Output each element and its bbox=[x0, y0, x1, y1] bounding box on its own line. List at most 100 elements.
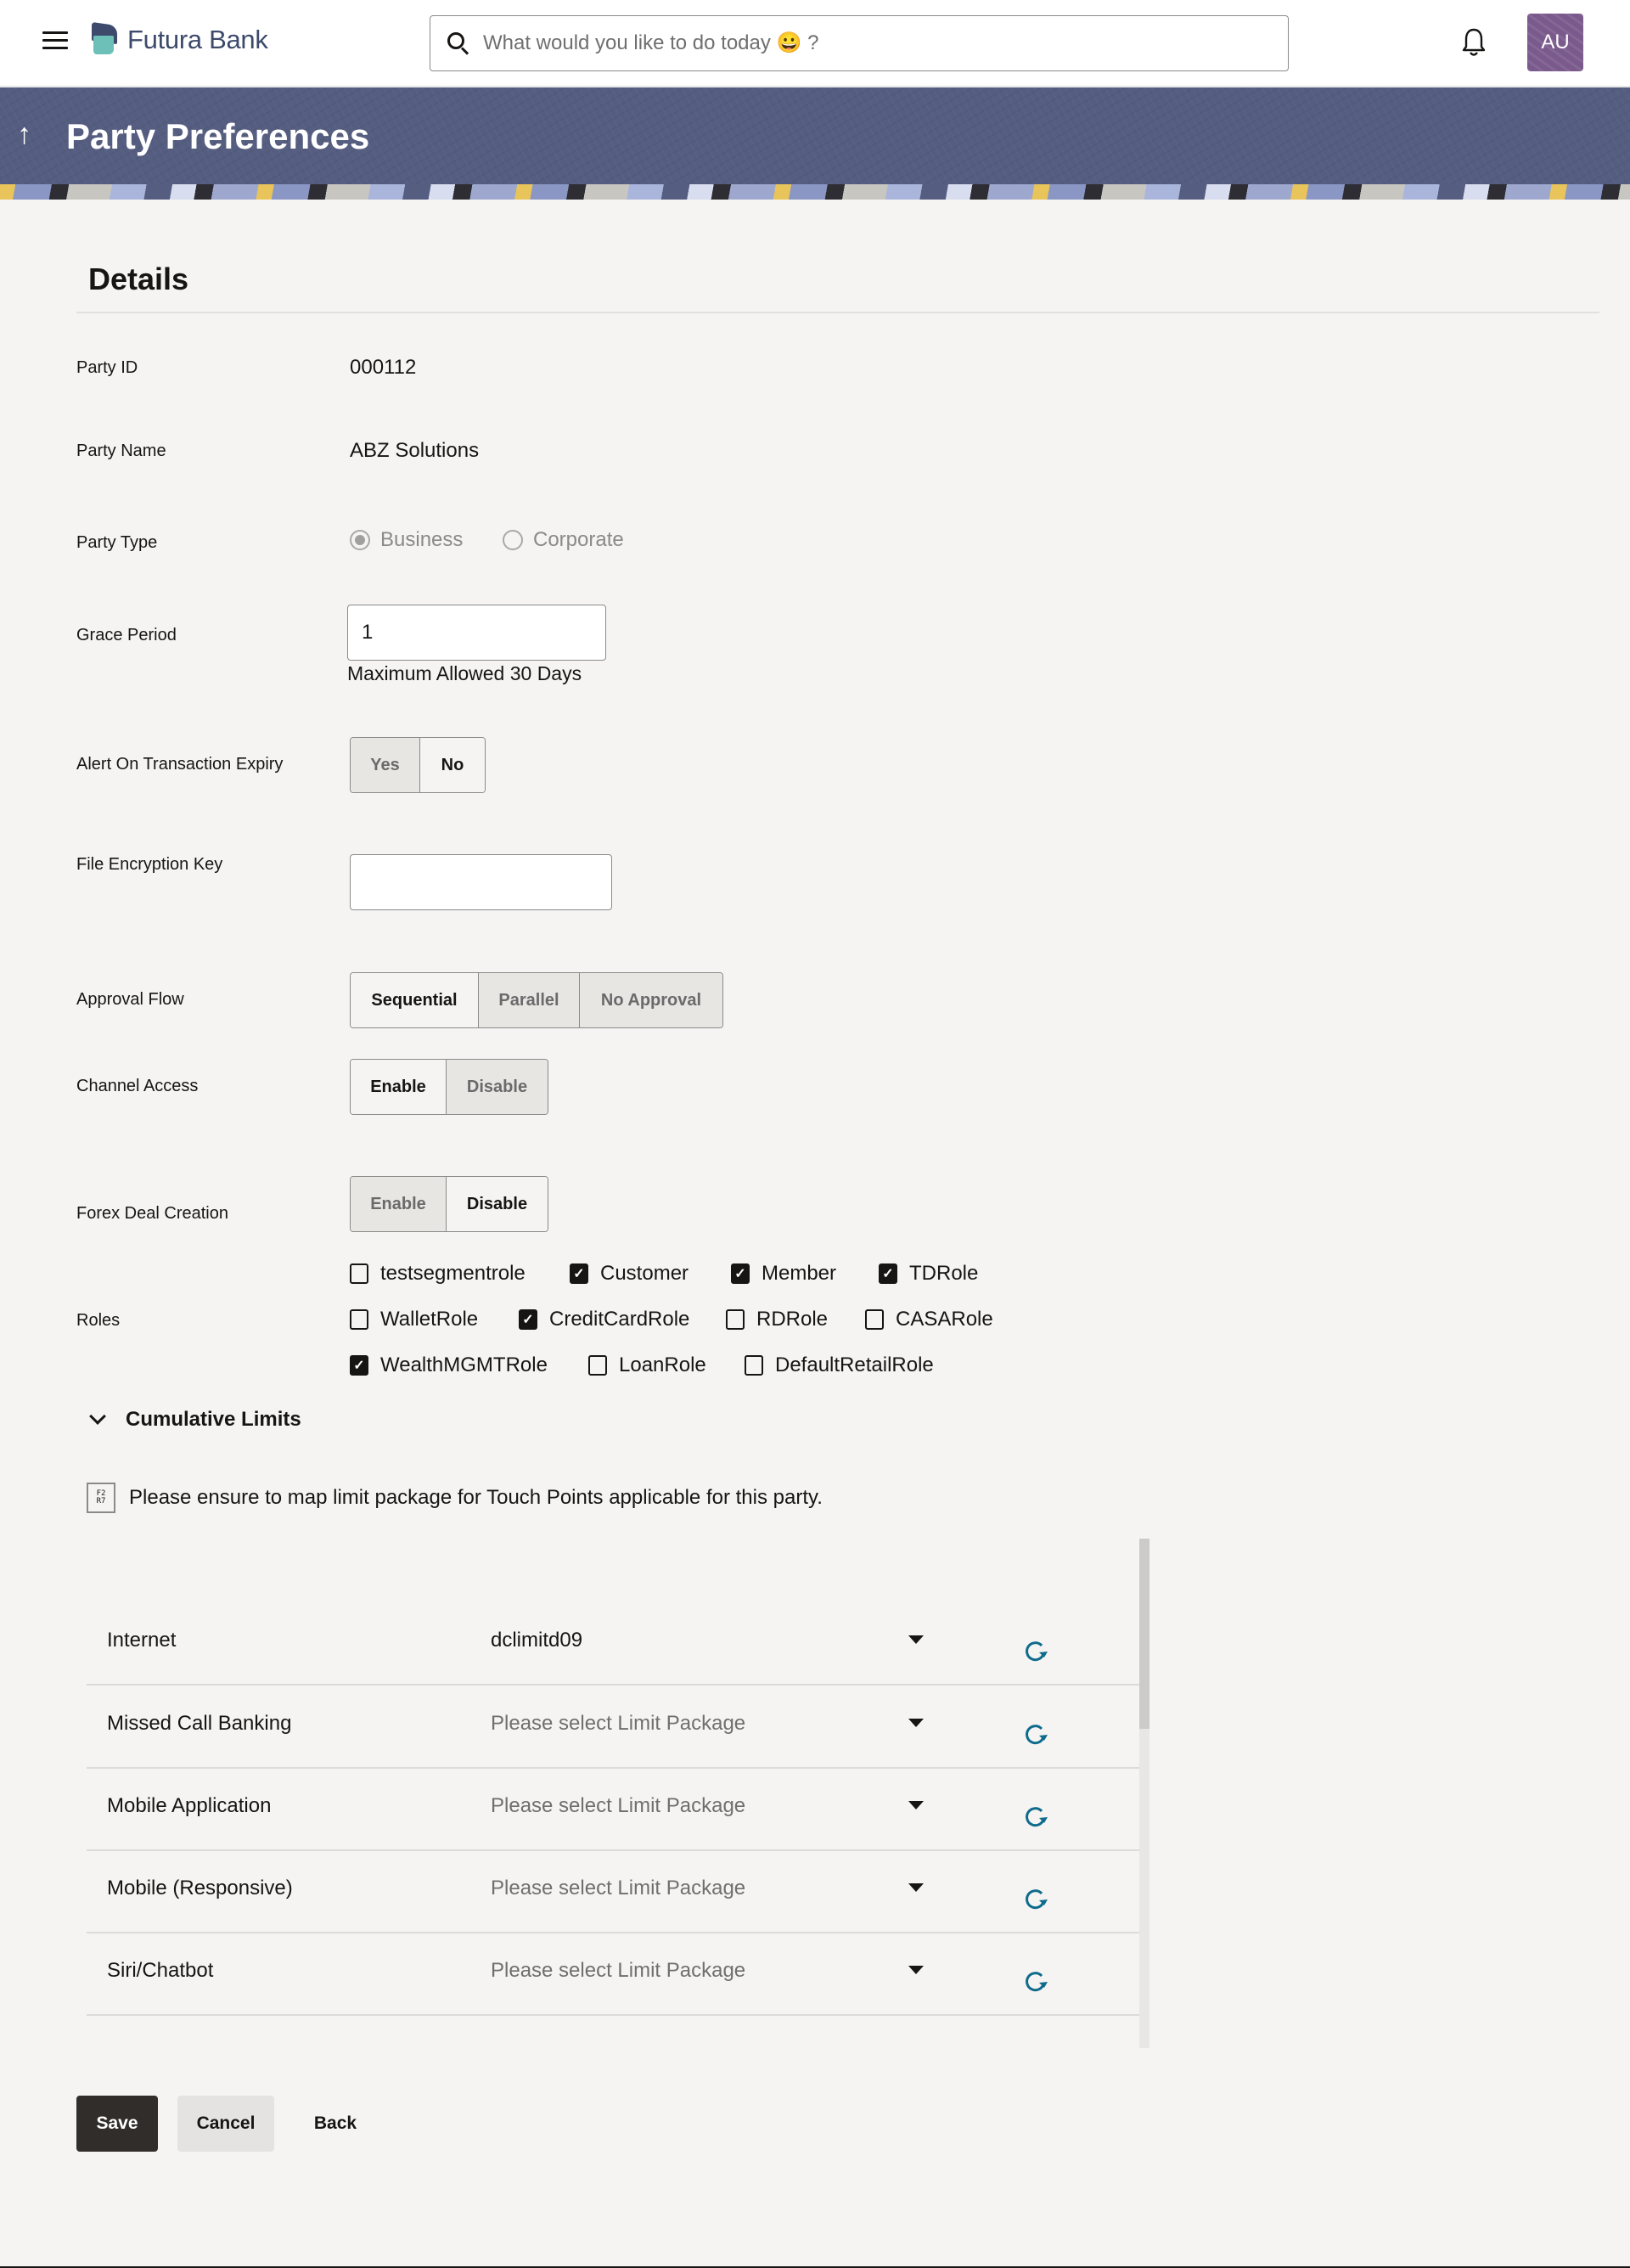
back-arrow-icon[interactable]: ↑ bbox=[17, 118, 31, 151]
limit-row: Mobile (Responsive) Please select Limit P… bbox=[87, 1851, 1139, 1933]
party-id-label: Party ID bbox=[76, 358, 138, 377]
hamburger-menu-icon[interactable] bbox=[42, 31, 68, 53]
reset-icon[interactable] bbox=[1023, 1804, 1048, 1830]
radio-selected-icon bbox=[350, 530, 370, 550]
touch-point-name: Mobile Application bbox=[107, 1794, 272, 1817]
back-button[interactable]: Back bbox=[297, 2096, 374, 2152]
forex-deal-creation-toggle: Enable Disable bbox=[350, 1176, 548, 1232]
role-checkbox[interactable]: CASARole bbox=[865, 1308, 993, 1331]
approval-none-option[interactable]: No Approval bbox=[580, 973, 722, 1027]
limit-package-select[interactable]: Please select Limit Package bbox=[491, 1794, 941, 1818]
role-checkbox[interactable]: ✓ Customer bbox=[570, 1262, 689, 1286]
role-label: DefaultRetailRole bbox=[775, 1353, 934, 1376]
checkbox-checked-icon: ✓ bbox=[879, 1263, 897, 1284]
file-encryption-key-label: File Encryption Key bbox=[76, 855, 223, 874]
reset-icon[interactable] bbox=[1023, 1639, 1048, 1664]
role-label: WealthMGMTRole bbox=[380, 1353, 548, 1376]
search-bar[interactable] bbox=[430, 15, 1289, 71]
checkbox-checked-icon: ✓ bbox=[519, 1309, 537, 1330]
touch-point-name: Mobile (Responsive) bbox=[107, 1877, 293, 1899]
limit-row: Mobile Application Please select Limit Pa… bbox=[87, 1769, 1139, 1851]
party-type-business-radio[interactable]: Business bbox=[350, 528, 463, 552]
checkbox-unchecked-icon bbox=[350, 1309, 368, 1330]
party-type-corporate-radio[interactable]: Corporate bbox=[503, 528, 624, 552]
channel-access-toggle: Enable Disable bbox=[350, 1059, 548, 1115]
limit-package-select[interactable]: Please select Limit Package bbox=[491, 1959, 941, 1983]
role-label: TDRole bbox=[909, 1262, 979, 1285]
info-message: F2 R7 Please ensure to map limit package … bbox=[87, 1483, 823, 1513]
search-icon bbox=[446, 31, 471, 56]
role-checkbox[interactable]: testsegmentrole bbox=[350, 1262, 526, 1286]
role-label: CreditCardRole bbox=[549, 1308, 690, 1331]
checkbox-checked-icon: ✓ bbox=[731, 1263, 750, 1284]
cancel-button[interactable]: Cancel bbox=[177, 2096, 274, 2152]
limit-row: Internet dclimitd09 bbox=[87, 1603, 1139, 1686]
grace-period-helper-text: Maximum Allowed 30 Days bbox=[347, 662, 582, 684]
party-name-value: ABZ Solutions bbox=[350, 439, 480, 462]
checkbox-unchecked-icon bbox=[588, 1355, 607, 1376]
alert-yes-option[interactable]: Yes bbox=[351, 738, 420, 792]
forex-deal-creation-label: Forex Deal Creation bbox=[76, 1204, 228, 1223]
notification-bell-icon[interactable] bbox=[1460, 27, 1487, 58]
file-encryption-key-input[interactable] bbox=[350, 854, 612, 910]
bank-logo-icon bbox=[92, 21, 117, 56]
role-checkbox[interactable]: DefaultRetailRole bbox=[745, 1353, 934, 1377]
limit-package-select[interactable]: Please select Limit Package bbox=[491, 1877, 941, 1900]
save-button[interactable]: Save bbox=[76, 2096, 158, 2152]
grace-period-input[interactable] bbox=[347, 605, 606, 661]
role-checkbox[interactable]: RDRole bbox=[726, 1308, 828, 1331]
role-checkbox[interactable]: ✓ TDRole bbox=[879, 1262, 978, 1286]
channel-enable-option[interactable]: Enable bbox=[351, 1060, 447, 1114]
role-checkbox[interactable]: ✓ CreditCardRole bbox=[519, 1308, 689, 1331]
banner-decoration bbox=[0, 184, 1630, 200]
limit-package-select[interactable]: dclimitd09 bbox=[491, 1629, 941, 1652]
party-name-label: Party Name bbox=[76, 442, 166, 460]
dropdown-caret-icon[interactable] bbox=[908, 1966, 924, 1974]
alert-on-expiry-toggle: Yes No bbox=[350, 737, 486, 793]
checkbox-unchecked-icon bbox=[865, 1309, 884, 1330]
touch-point-name: Siri/Chatbot bbox=[107, 1959, 214, 1982]
reset-icon[interactable] bbox=[1023, 1722, 1048, 1747]
reset-icon[interactable] bbox=[1023, 1969, 1048, 1995]
brand-name: Futura Bank bbox=[127, 25, 268, 54]
chevron-down-icon bbox=[89, 1408, 106, 1425]
touch-point-name: Internet bbox=[107, 1629, 177, 1652]
limits-scrollbar-thumb[interactable] bbox=[1139, 1539, 1149, 1729]
role-checkbox[interactable]: WalletRole bbox=[350, 1308, 478, 1331]
checkbox-unchecked-icon bbox=[350, 1263, 368, 1284]
touch-point-name: Missed Call Banking bbox=[107, 1712, 292, 1735]
radio-unselected-icon bbox=[503, 530, 523, 550]
dropdown-caret-icon[interactable] bbox=[908, 1719, 924, 1727]
page-banner: ↑ Party Preferences bbox=[0, 87, 1630, 200]
channel-access-label: Channel Access bbox=[76, 1077, 199, 1095]
approval-sequential-option[interactable]: Sequential bbox=[351, 973, 479, 1027]
approval-flow-label: Approval Flow bbox=[76, 990, 184, 1009]
limit-row: Siri/Chatbot Please select Limit Package bbox=[87, 1933, 1139, 2016]
role-checkbox[interactable]: ✓ WealthMGMTRole bbox=[350, 1353, 548, 1377]
limit-package-select[interactable]: Please select Limit Package bbox=[491, 1712, 941, 1736]
role-checkbox[interactable]: LoanRole bbox=[588, 1353, 706, 1377]
search-input[interactable] bbox=[483, 31, 1288, 55]
checkbox-checked-icon: ✓ bbox=[350, 1355, 368, 1376]
forex-disable-option[interactable]: Disable bbox=[447, 1177, 548, 1231]
page-title: Party Preferences bbox=[66, 116, 370, 156]
forex-enable-option[interactable]: Enable bbox=[351, 1177, 447, 1231]
role-checkbox[interactable]: ✓ Member bbox=[731, 1262, 836, 1286]
grace-period-label: Grace Period bbox=[76, 626, 177, 644]
user-avatar[interactable]: AU bbox=[1527, 14, 1583, 71]
dropdown-caret-icon[interactable] bbox=[908, 1801, 924, 1809]
role-label: Member bbox=[762, 1262, 837, 1285]
party-type-label: Party Type bbox=[76, 533, 158, 552]
channel-disable-option[interactable]: Disable bbox=[447, 1060, 548, 1114]
radio-label: Corporate bbox=[533, 528, 624, 551]
alert-no-option[interactable]: No bbox=[420, 738, 485, 792]
brand-logo[interactable]: Futura Bank bbox=[92, 21, 268, 56]
cumulative-limits-toggle[interactable]: Cumulative Limits bbox=[89, 1408, 301, 1432]
section-divider bbox=[76, 312, 1599, 313]
radio-label: Business bbox=[380, 528, 464, 551]
info-message-text: Please ensure to map limit package for T… bbox=[129, 1486, 823, 1509]
approval-parallel-option[interactable]: Parallel bbox=[479, 973, 580, 1027]
dropdown-caret-icon[interactable] bbox=[908, 1883, 924, 1892]
dropdown-caret-icon[interactable] bbox=[908, 1635, 924, 1644]
reset-icon[interactable] bbox=[1023, 1887, 1048, 1912]
